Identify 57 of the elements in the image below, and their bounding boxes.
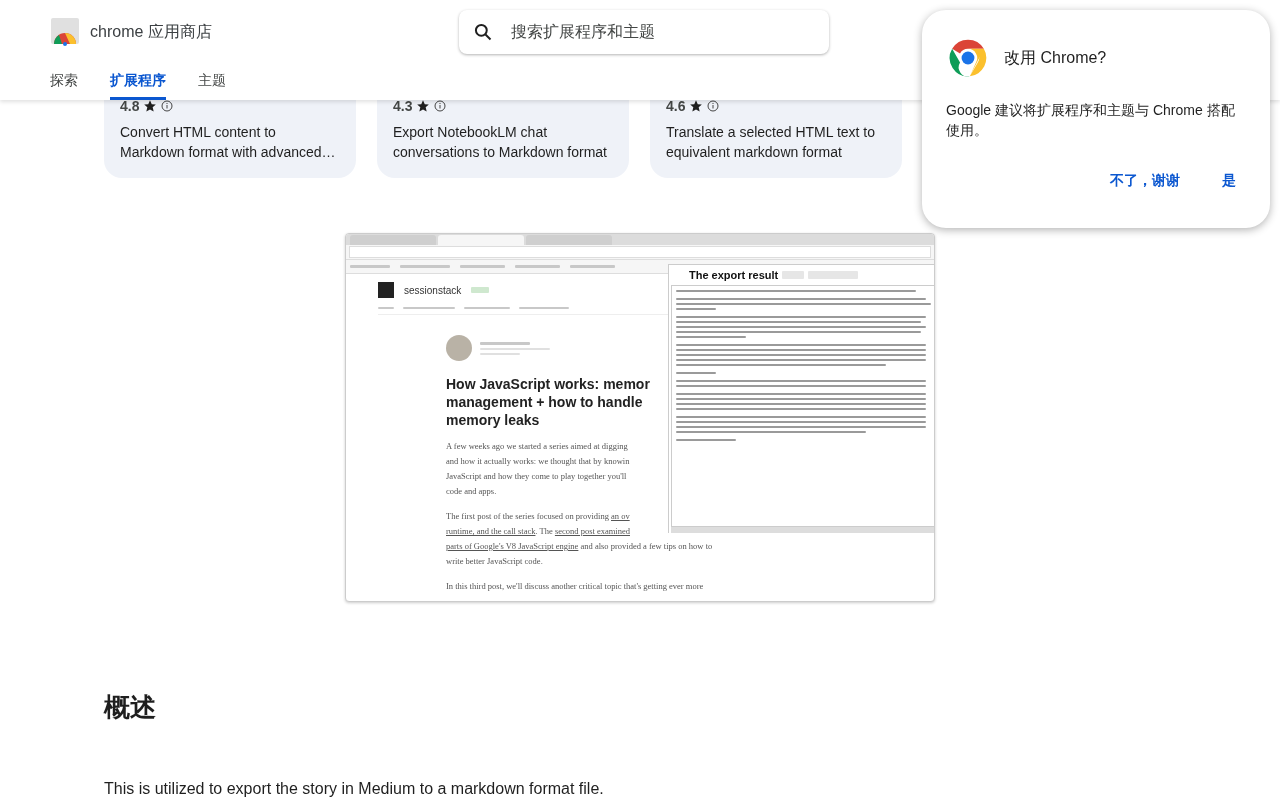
article-text: and how it actually works: we thought that by knowin: [446, 455, 630, 468]
text-line-placeholder: [676, 372, 716, 374]
nav-tab[interactable]: 主题: [198, 64, 226, 100]
rating-value: 4.3: [393, 98, 413, 114]
site-logo-icon: [378, 282, 394, 298]
avatar: [446, 335, 472, 361]
site-name: sessionstack: [404, 284, 462, 296]
info-icon[interactable]: [707, 100, 720, 112]
dialog-button[interactable]: 是: [1212, 166, 1246, 196]
dialog-button[interactable]: 不了，谢谢: [1100, 166, 1190, 196]
bookmark-placeholder: [570, 265, 615, 268]
article-text: In this third post, we'll discuss another critical topic that's getting ever more: [446, 580, 704, 593]
nav-tab[interactable]: 探索: [50, 64, 78, 100]
author-placeholder: [480, 341, 530, 345]
overview-text: This is utilized to export the story in Medium to a markdown format file.: [104, 779, 605, 799]
rating-value: 4.8: [120, 98, 140, 114]
bookmark-placeholder: [515, 265, 560, 268]
panel-button: [808, 271, 859, 279]
article-text: write better JavaScript code.: [446, 555, 543, 568]
bookmark-placeholder: [460, 265, 505, 268]
screenshot-image[interactable]: [345, 233, 935, 602]
star-icon: [416, 99, 431, 113]
article-text: code and apps.: [446, 485, 497, 498]
extension-card[interactable]: 4.8 Convert HTML content to Markdown format with advanced…: [104, 100, 356, 178]
article-text: parts of Google's V8 JavaScript engine and also provided a few tips on how to: [446, 540, 713, 553]
text-line-placeholder: [676, 308, 716, 310]
article-text: The first post of the series focused on providing an ov: [446, 510, 630, 523]
article-text: JavaScript and how they come to play together you'll: [446, 470, 627, 483]
star-icon: [143, 99, 158, 113]
article-title: How JavaScript works: memor: [446, 375, 650, 393]
search-icon: [473, 22, 493, 42]
panel-title: The export result: [689, 269, 779, 281]
article-text: A few weeks ago we started a series aimed at digging: [446, 440, 628, 453]
extension-description: Translate a selected HTML text to equivalent markdown format: [666, 123, 877, 162]
bookmark-placeholder: [400, 265, 450, 268]
article-title: memory leaks: [446, 411, 540, 429]
extension-description: Convert HTML content to Markdown format with advanced…: [120, 123, 337, 162]
text-line-placeholder: [676, 336, 746, 338]
text-line-placeholder: [676, 439, 736, 441]
panel-button: [782, 271, 805, 279]
follow-placeholder: [471, 287, 490, 293]
star-icon: [689, 99, 704, 113]
store-logo-icon[interactable]: [50, 18, 80, 46]
article-title: management + how to handle: [446, 393, 643, 411]
search-field[interactable]: 搜索扩展程序和主题: [459, 10, 829, 54]
dialog-text: Google 建议将扩展程序和主题与 Chrome 搭配使用。: [946, 101, 1236, 140]
extension-card[interactable]: 4.3 Export NotebookLM chat conversations to Markdown format: [377, 100, 629, 178]
rating-value: 4.6: [666, 98, 686, 114]
section-heading: 概述: [104, 691, 157, 724]
extension-card[interactable]: 4.6 Translate a selected HTML text to equivalent markdown format: [650, 100, 902, 178]
dialog-title: 改用 Chrome?: [1004, 47, 1107, 68]
info-icon[interactable]: [161, 100, 174, 112]
info-icon[interactable]: [434, 100, 447, 112]
store-name[interactable]: chrome 应用商店: [90, 21, 212, 43]
extension-description: Export NotebookLM chat conversations to Markdown format: [393, 123, 608, 162]
article-text: runtime, and the call stack. The second post examined: [446, 525, 630, 538]
bookmark-placeholder: [350, 265, 390, 268]
